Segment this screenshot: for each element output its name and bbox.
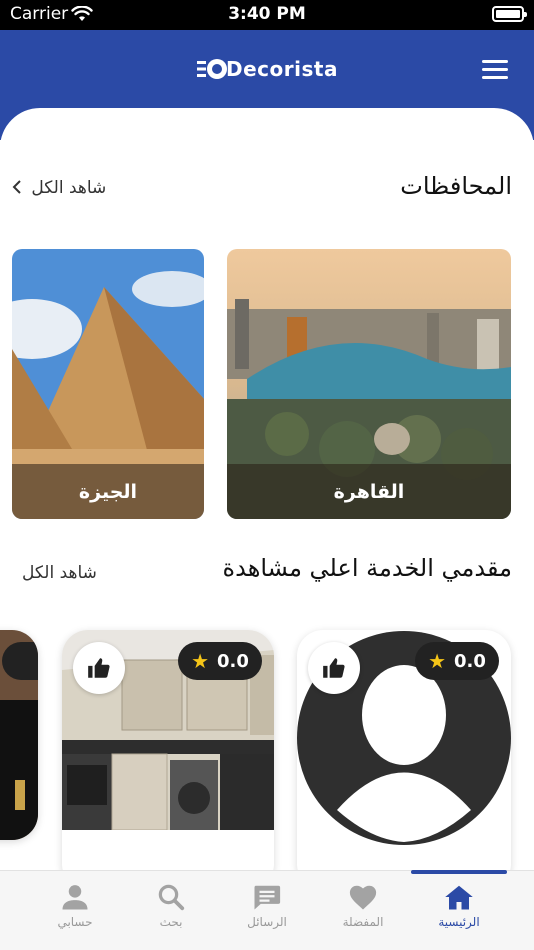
thumbs-up-icon xyxy=(323,658,345,678)
heart-icon xyxy=(349,885,377,910)
rating-value: 0.0 xyxy=(217,650,249,672)
tab-label: الرسائل xyxy=(247,915,287,929)
governorate-card-cairo[interactable]: القاهرة xyxy=(227,249,511,519)
governorate-label: الجيزة xyxy=(78,481,138,503)
star-icon: ★ xyxy=(191,649,210,673)
like-button[interactable] xyxy=(73,642,125,694)
person-icon xyxy=(62,885,88,910)
active-tab-indicator xyxy=(411,870,507,874)
tab-account[interactable]: حسابي xyxy=(35,883,115,929)
bottom-tab-bar: الرئيسية المفضلة الرسائل بحث حسابي xyxy=(0,870,534,950)
tab-favorites[interactable]: المفضلة xyxy=(323,883,403,929)
main-content: المحافظات شاهد الكل القاهرة الجيزة مقدمي… xyxy=(0,108,534,950)
governorates-title: المحافظات xyxy=(400,172,512,200)
rating-badge: ★ 0.0 xyxy=(415,642,499,680)
rating-badge: ★ 0.0 xyxy=(178,642,262,680)
menu-button[interactable] xyxy=(482,60,508,80)
search-icon xyxy=(158,884,185,911)
app-logo: Decorista xyxy=(0,54,534,84)
rating-badge xyxy=(2,642,38,680)
see-all-label: شاهد الكل xyxy=(31,178,107,198)
tab-home[interactable]: الرئيسية xyxy=(419,883,499,929)
tab-label: حسابي xyxy=(57,915,93,929)
star-icon: ★ xyxy=(428,649,447,673)
chat-icon xyxy=(254,885,281,910)
tab-label: بحث xyxy=(159,915,183,929)
battery-icon xyxy=(492,6,527,22)
status-bar: Carrier 3:40 PM xyxy=(0,0,534,30)
thumbs-up-icon xyxy=(88,658,110,678)
tab-label: الرئيسية xyxy=(438,915,480,929)
top-providers-title: مقدمي الخدمة اعلي مشاهدة xyxy=(222,554,512,582)
top-providers-see-all[interactable]: شاهد الكل xyxy=(22,563,97,583)
home-icon xyxy=(445,885,473,910)
provider-card[interactable]: ★ 0.0 xyxy=(297,630,511,890)
governorate-card-giza[interactable]: الجيزة xyxy=(12,249,204,519)
tab-label: المفضلة xyxy=(342,915,384,929)
chevron-left-icon xyxy=(12,180,21,194)
logo-text: Decorista xyxy=(226,57,338,81)
status-time: 3:40 PM xyxy=(228,4,306,24)
provider-card[interactable] xyxy=(0,630,38,840)
like-button[interactable] xyxy=(308,642,360,694)
provider-card[interactable]: ★ 0.0 xyxy=(62,630,274,890)
tab-messages[interactable]: الرسائل xyxy=(227,883,307,929)
tab-search[interactable]: بحث xyxy=(131,883,211,929)
logo-mark-icon xyxy=(196,54,228,84)
governorate-label: القاهرة xyxy=(333,481,405,503)
governorates-see-all[interactable]: شاهد الكل xyxy=(12,178,106,198)
hamburger-icon xyxy=(482,60,508,63)
rating-value: 0.0 xyxy=(454,650,486,672)
